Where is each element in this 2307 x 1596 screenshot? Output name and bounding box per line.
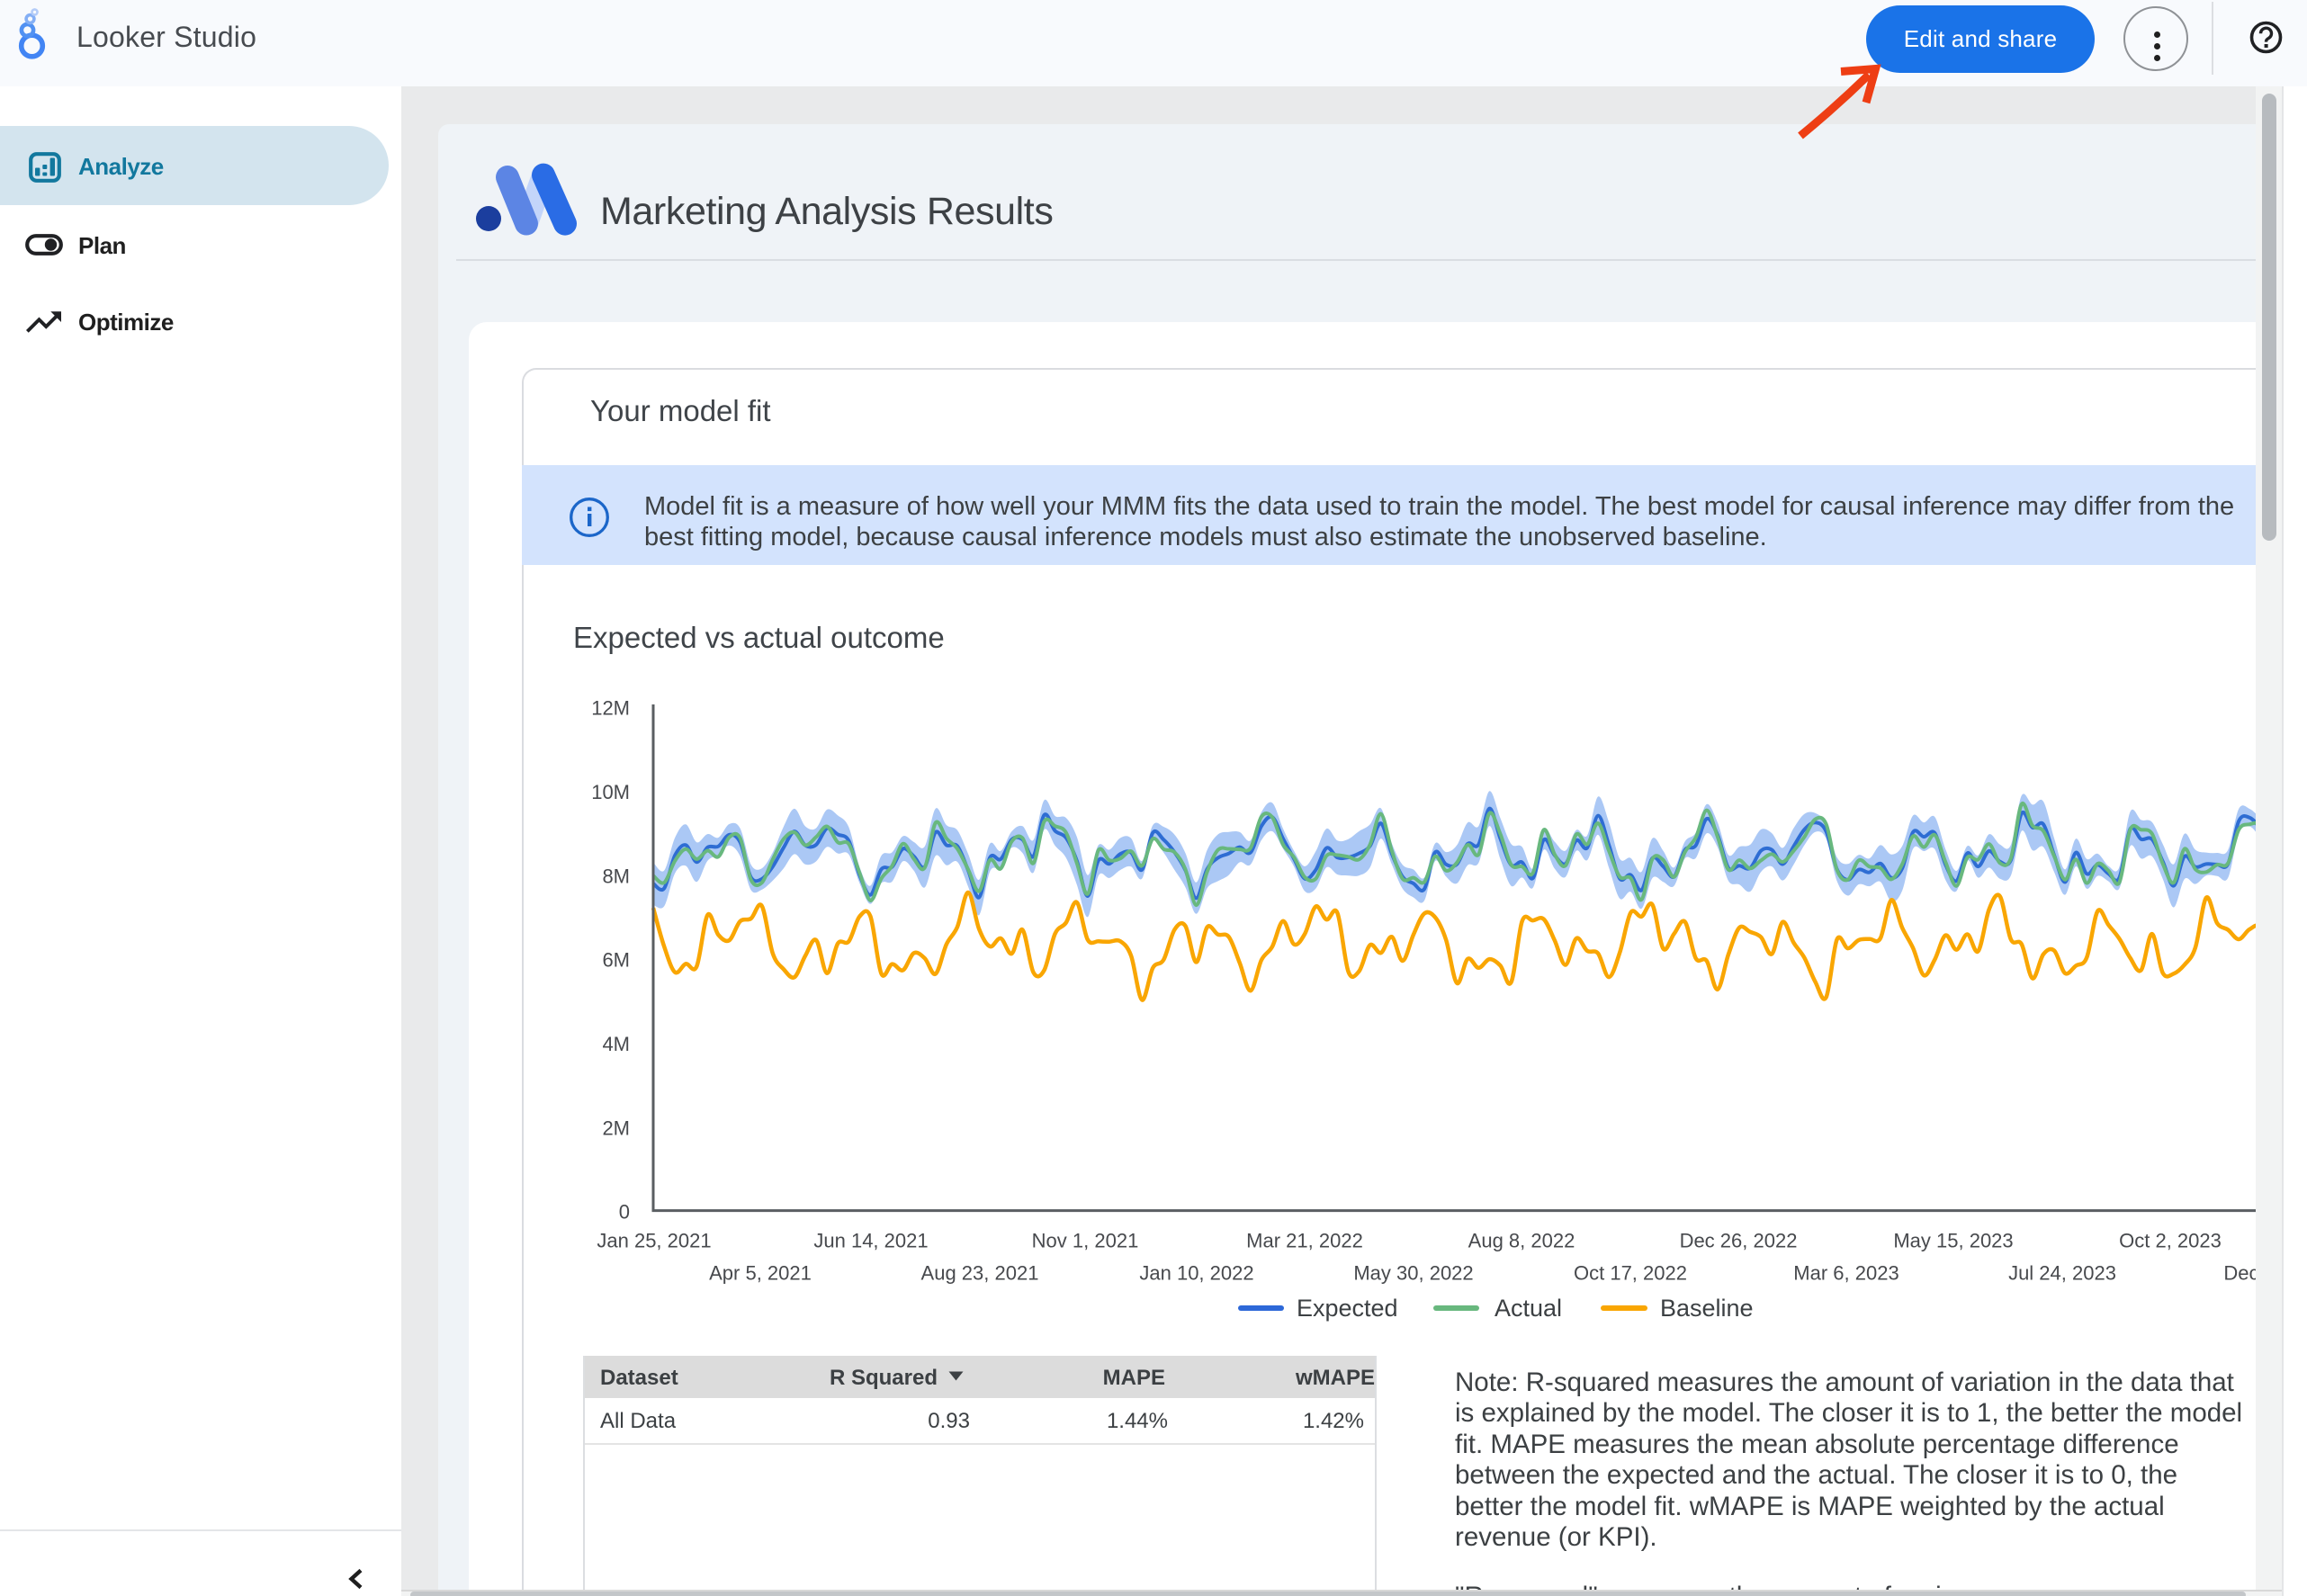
svg-text:Apr 5, 2021: Apr 5, 2021 — [709, 1262, 812, 1285]
svg-text:Jun 14, 2021: Jun 14, 2021 — [813, 1230, 928, 1252]
svg-text:Baseline: Baseline — [1660, 1295, 1754, 1322]
svg-text:Mar 6, 2023: Mar 6, 2023 — [1793, 1262, 1899, 1285]
svg-text:Expected: Expected — [1297, 1295, 1398, 1322]
svg-text:Dec 11, 2023: Dec 11, 2023 — [2223, 1262, 2256, 1285]
svg-text:Oct 2, 2023: Oct 2, 2023 — [2119, 1230, 2222, 1252]
svg-text:May 30, 2022: May 30, 2022 — [1353, 1262, 1473, 1285]
svg-text:Jan 25, 2021: Jan 25, 2021 — [597, 1230, 711, 1252]
svg-text:Actual: Actual — [1495, 1295, 1562, 1322]
svg-text:Mar 21, 2022: Mar 21, 2022 — [1246, 1230, 1363, 1252]
svg-text:12M: 12M — [591, 697, 630, 720]
svg-text:6M: 6M — [602, 949, 630, 972]
svg-text:May 15, 2023: May 15, 2023 — [1893, 1230, 2013, 1252]
svg-text:Oct 17, 2022: Oct 17, 2022 — [1574, 1262, 1687, 1285]
svg-text:Dec 26, 2022: Dec 26, 2022 — [1680, 1230, 1798, 1252]
svg-text:Aug 8, 2022: Aug 8, 2022 — [1468, 1230, 1575, 1252]
svg-text:Jul 24, 2023: Jul 24, 2023 — [2008, 1262, 2116, 1285]
svg-text:2M: 2M — [602, 1116, 630, 1139]
svg-text:10M: 10M — [591, 781, 630, 803]
svg-text:0: 0 — [619, 1201, 630, 1224]
svg-text:Jan 10, 2022: Jan 10, 2022 — [1139, 1262, 1253, 1285]
svg-text:Aug 23, 2021: Aug 23, 2021 — [921, 1262, 1039, 1285]
svg-text:4M: 4M — [602, 1033, 630, 1055]
svg-text:8M: 8M — [602, 865, 630, 887]
svg-text:Nov 1, 2021: Nov 1, 2021 — [1032, 1230, 1139, 1252]
